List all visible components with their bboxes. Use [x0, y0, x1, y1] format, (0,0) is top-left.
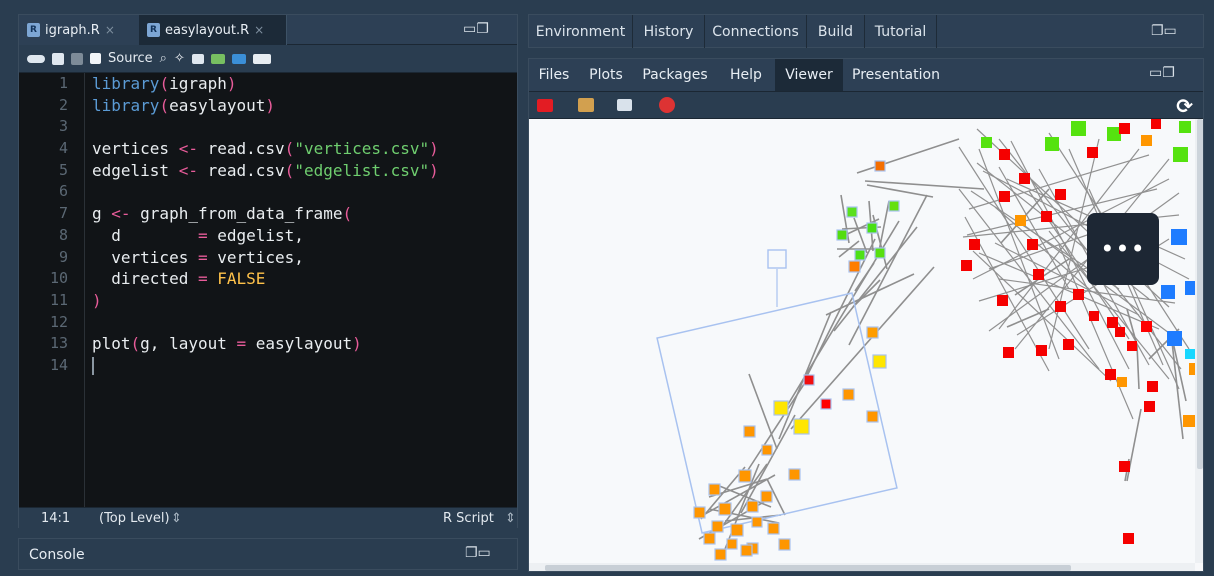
- tab-easylayout-r[interactable]: R easylayout.R ×: [139, 15, 287, 45]
- refresh-icon[interactable]: ⟳: [1176, 94, 1193, 118]
- horizontal-scrollbar[interactable]: [529, 563, 1195, 571]
- environment-tab-bar: Environment History Connections Build Tu…: [528, 14, 1204, 48]
- line-number: 6: [58, 182, 68, 201]
- line-number: 14: [49, 355, 68, 374]
- line-number: 10: [49, 269, 68, 288]
- clear-viewer-icon[interactable]: [537, 99, 553, 112]
- compile-report-icon[interactable]: [191, 53, 204, 64]
- line-number: 7: [58, 204, 68, 223]
- vertical-scrollbar[interactable]: [1195, 119, 1203, 563]
- console-label: Console: [29, 547, 85, 563]
- source-on-save-label: Source: [108, 51, 153, 66]
- code-tools-icon[interactable]: ✧: [174, 51, 185, 66]
- line-number: 11: [49, 290, 68, 309]
- file-type-selector[interactable]: R Script: [443, 511, 494, 526]
- line-number: 13: [49, 334, 68, 353]
- run-icon[interactable]: [210, 53, 225, 64]
- tab-connections[interactable]: Connections: [705, 15, 807, 48]
- source-icon[interactable]: [252, 53, 271, 64]
- code-line: vertices = vertices,: [92, 247, 304, 267]
- back-icon[interactable]: [27, 54, 45, 63]
- line-number: 1: [58, 74, 68, 92]
- code-line: ): [92, 290, 102, 310]
- tab-presentation[interactable]: Presentation: [843, 59, 949, 91]
- rstudio-window: R igraph.R × R easylayout.R × ▭❐ Source …: [0, 0, 1214, 576]
- tab-viewer[interactable]: Viewer: [775, 59, 843, 91]
- save-icon[interactable]: [71, 52, 83, 65]
- search-icon[interactable]: ⌕: [160, 51, 167, 66]
- editor-tab-bar: R igraph.R × R easylayout.R × ▭❐: [19, 15, 517, 45]
- cursor-position: 14:1: [41, 511, 71, 526]
- tab-packages[interactable]: Packages: [633, 59, 717, 91]
- code-line: edgelist <- read.csv("edgelist.csv"): [92, 160, 439, 180]
- tab-files[interactable]: Files: [529, 59, 579, 91]
- close-icon[interactable]: ×: [105, 23, 115, 37]
- minimize-maximize-icon[interactable]: ▭❐: [1149, 65, 1175, 81]
- code-line: library(igraph): [92, 74, 237, 93]
- source-on-save-checkbox[interactable]: [90, 53, 101, 64]
- minimize-maximize-icon[interactable]: ▭❐: [463, 21, 489, 37]
- file-type-chevron-icon: ⇕: [505, 511, 516, 526]
- restore-icon[interactable]: ❐▭: [465, 545, 491, 561]
- code-line: [92, 355, 512, 377]
- r-file-icon: R: [27, 23, 40, 37]
- r-file-icon: R: [147, 23, 160, 37]
- viewer-toolbar: ⟳: [529, 91, 1203, 119]
- viewer-pane: Files Plots Packages Help Viewer Present…: [528, 58, 1204, 572]
- vertical-scroll-thumb[interactable]: [1197, 119, 1203, 469]
- console-pane[interactable]: Console ❐▭: [18, 538, 518, 570]
- graph-edges: [698, 138, 1187, 550]
- line-number: 2: [58, 95, 68, 114]
- tab-environment[interactable]: Environment: [529, 15, 633, 48]
- line-number: 9: [58, 247, 68, 266]
- scope-chevron-icon: ⇕: [171, 511, 182, 526]
- restore-icon[interactable]: ❐▭: [1151, 23, 1177, 39]
- code-line: library(easylayout): [92, 95, 276, 115]
- horizontal-scroll-thumb[interactable]: [545, 565, 1071, 571]
- line-number: 5: [58, 160, 68, 179]
- code-line: plot(g, layout = easylayout): [92, 334, 362, 354]
- more-options-button[interactable]: •••: [1087, 213, 1159, 285]
- line-number: 4: [58, 139, 68, 158]
- scope-selector[interactable]: (Top Level): [99, 511, 170, 526]
- broom-icon[interactable]: [578, 98, 594, 112]
- code-line: g <- graph_from_data_frame(: [92, 204, 353, 224]
- rerun-icon[interactable]: [231, 53, 246, 64]
- network-graph-svg: [656, 119, 1195, 561]
- close-icon[interactable]: ×: [254, 23, 264, 37]
- stop-icon[interactable]: [659, 97, 675, 113]
- code-line: vertices <- read.csv("vertices.csv"): [92, 139, 439, 159]
- code-area[interactable]: library(igraph) library(easylayout) vert…: [92, 73, 512, 377]
- network-plot[interactable]: •••: [529, 119, 1195, 563]
- line-number: 3: [58, 117, 68, 136]
- code-line: directed = FALSE: [92, 269, 266, 289]
- source-editor: R igraph.R × R easylayout.R × ▭❐ Source …: [18, 14, 518, 529]
- code-line: d = edgelist,: [92, 225, 304, 245]
- editor-toolbar: Source ⌕ ✧: [19, 45, 517, 73]
- tab-plots[interactable]: Plots: [579, 59, 633, 91]
- show-in-new-window-icon[interactable]: [617, 99, 632, 111]
- tab-label: igraph.R: [45, 22, 100, 38]
- show-in-window-icon[interactable]: [52, 52, 64, 65]
- line-number: 12: [49, 312, 68, 331]
- tab-help[interactable]: Help: [717, 59, 775, 91]
- tab-igraph-r[interactable]: R igraph.R ×: [19, 15, 139, 45]
- line-number: 8: [58, 225, 68, 244]
- viewer-tab-bar: Files Plots Packages Help Viewer Present…: [529, 59, 1203, 91]
- tab-tutorial[interactable]: Tutorial: [865, 15, 937, 48]
- selection-handle[interactable]: [767, 249, 787, 269]
- tab-history[interactable]: History: [633, 15, 705, 48]
- editor-status-bar: 14:1 (Top Level) ⇕ R Script ⇕: [19, 507, 517, 529]
- tab-label: easylayout.R: [165, 22, 250, 38]
- line-number-gutter: 1 2 3 4 5 6 7 8 9 10 11 12 13 14: [19, 73, 85, 507]
- tab-build[interactable]: Build: [807, 15, 865, 48]
